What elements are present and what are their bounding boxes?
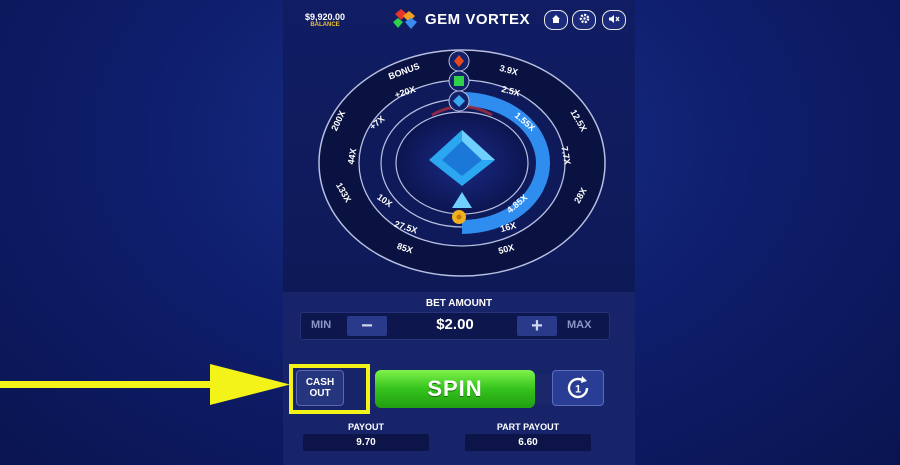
plus-icon: + (531, 315, 543, 337)
gems-logo-icon (391, 8, 421, 30)
green-gem-pointer-icon (448, 70, 470, 92)
autoplay-count: 1 (575, 384, 581, 396)
bet-amount-value: $2.00 (436, 316, 474, 333)
payout-value: 9.70 (303, 434, 429, 451)
mute-icon (608, 14, 620, 27)
cash-out-label-line2: OUT (309, 388, 331, 399)
payout-label: PAYOUT (347, 422, 384, 432)
game-panel: $9,920.00 BALANCE GEM VORTEX BONUS 3.9X … (283, 0, 635, 465)
red-gem-pointer-icon (448, 50, 470, 72)
minus-icon: − (361, 315, 373, 337)
balance-display: $9,920.00 BALANCE (295, 12, 355, 28)
home-button[interactable] (544, 10, 568, 30)
settings-button[interactable] (572, 10, 596, 30)
cash-out-label-line1: CASH (305, 377, 335, 388)
autoplay-icon: 1 (567, 376, 589, 399)
min-bet-button[interactable]: MIN (311, 319, 331, 331)
prize-wheel: BONUS 3.9X 12.5X 7.7X 28X 50X 85X 133X 4… (317, 48, 607, 283)
gear-icon (579, 13, 590, 27)
top-bar: $9,920.00 BALANCE GEM VORTEX (283, 0, 635, 38)
balance-value: $9,920.00 (304, 12, 346, 22)
spin-button[interactable]: SPIN (375, 370, 535, 408)
increase-bet-button[interactable]: + (517, 316, 557, 336)
coin-icon (452, 210, 466, 224)
sound-button[interactable] (602, 10, 626, 30)
part-payout-value: 6.60 (465, 434, 591, 451)
decrease-bet-button[interactable]: − (347, 316, 387, 336)
max-bet-button[interactable]: MAX (567, 319, 591, 331)
balance-label: BALANCE (310, 22, 340, 28)
bet-control: MIN − $2.00 + MAX (300, 312, 610, 340)
cash-out-button[interactable]: CASH OUT (296, 370, 344, 406)
home-icon (551, 14, 561, 27)
game-title: GEM VORTEX (425, 10, 531, 28)
part-payout-label: PART PAYOUT (496, 422, 560, 432)
yellow-arrow-icon (0, 362, 292, 413)
game-logo: GEM VORTEX (391, 8, 530, 30)
bet-panel: BET AMOUNT MIN − $2.00 + MAX CASH OUT SP… (283, 292, 635, 465)
autoplay-button[interactable]: 1 (552, 370, 604, 406)
bet-amount-label: BET AMOUNT (425, 298, 493, 309)
blue-gem-pointer-icon (448, 90, 470, 112)
